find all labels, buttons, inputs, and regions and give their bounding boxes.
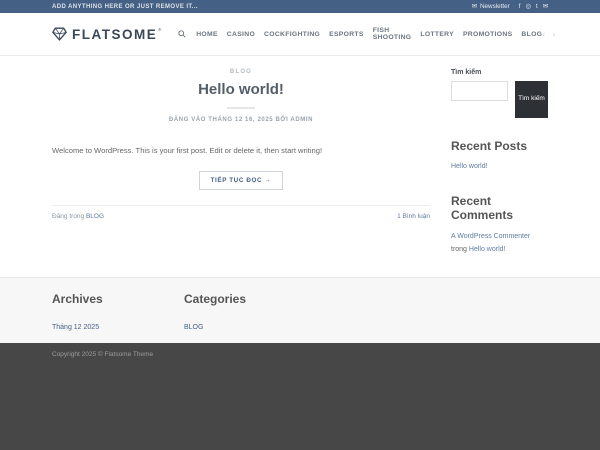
header-chevrons: ‹ › bbox=[542, 29, 555, 39]
newsletter-label: Newsletter bbox=[479, 3, 510, 10]
post-title: Hello world! bbox=[198, 81, 284, 98]
nav-item-home[interactable]: HOME bbox=[196, 31, 218, 38]
search-input[interactable] bbox=[451, 81, 508, 101]
flatsome-logo-icon bbox=[52, 27, 67, 41]
post-meta: ĐĂNG VÀO THÁNG 12 16, 2025 BỞI ADMIN bbox=[168, 117, 314, 123]
sidebar: Tìm kiếm Tìm kiếm Recent Posts Hello wor… bbox=[451, 56, 548, 257]
site-logo[interactable]: FLATSOME ® bbox=[52, 27, 165, 42]
posted-in-label: Đăng trong bbox=[52, 213, 86, 221]
main-content: BLOG Hello world! ĐĂNG VÀO THÁNG 12 16, … bbox=[0, 56, 600, 277]
logo-text: FLATSOME bbox=[72, 26, 158, 42]
search-widget: Tìm kiếm Tìm kiếm bbox=[451, 69, 548, 118]
post-footer-meta: Đăng trong BLOG 1 Bình luận bbox=[52, 205, 430, 220]
top-bar: ADD ANYTHING HERE OR JUST REMOVE IT... ✉… bbox=[0, 0, 600, 13]
comment-post-link[interactable]: Hello world! bbox=[469, 246, 506, 253]
nav-item-casino[interactable]: CASINO bbox=[227, 31, 255, 38]
search-row: Tìm kiếm bbox=[451, 81, 548, 118]
search-label: Tìm kiếm bbox=[451, 69, 482, 76]
nav-item-promotions[interactable]: PROMOTIONS bbox=[463, 31, 512, 38]
twitter-icon[interactable]: t bbox=[536, 3, 538, 10]
categories-title: Categories bbox=[184, 292, 247, 306]
categories-widget: Categories BLOG bbox=[184, 292, 316, 334]
search-submit-button[interactable]: Tìm kiếm bbox=[515, 81, 548, 118]
nav-item-fish-shooting[interactable]: FISH SHOOTING bbox=[373, 27, 412, 41]
archives-title: Archives bbox=[52, 292, 103, 306]
prev-chevron-icon[interactable]: ‹ bbox=[542, 29, 545, 39]
topbar-message: ADD ANYTHING HERE OR JUST REMOVE IT... bbox=[52, 3, 198, 10]
absolute-footer: Copyright 2025 © Flatsome Theme bbox=[0, 343, 600, 450]
nav-item-cockfighting[interactable]: COCKFIGHTING bbox=[264, 31, 320, 38]
category-blog-link[interactable]: BLOG bbox=[184, 324, 203, 331]
copyright-text: Copyright 2025 © Flatsome Theme bbox=[52, 351, 154, 358]
nav-item-esports[interactable]: ESPORTS bbox=[329, 31, 364, 38]
nav-item-lottery[interactable]: LOTTERY bbox=[420, 31, 454, 38]
comments-count-link[interactable]: 1 Bình luận bbox=[397, 213, 430, 220]
site-header: FLATSOME ® HOME CASINO COCKFIGHTING ESPO… bbox=[0, 13, 600, 56]
search-icon[interactable] bbox=[178, 30, 186, 38]
facebook-icon[interactable]: f bbox=[519, 3, 521, 10]
footer-widgets: Archives Tháng 12 2025 Categories BLOG bbox=[0, 277, 600, 343]
social-icons: f ◎ t ✉ bbox=[519, 3, 548, 10]
archive-month-link[interactable]: Tháng 12 2025 bbox=[52, 324, 99, 331]
topbar-right: ✉ Newsletter f ◎ t ✉ bbox=[472, 3, 548, 10]
title-divider bbox=[227, 107, 255, 109]
read-more-wrap: TIẾP TỤC ĐỌC → bbox=[52, 169, 430, 191]
comment-author-link[interactable]: A WordPress Commenter bbox=[451, 233, 530, 240]
post-category-label[interactable]: BLOG bbox=[52, 69, 430, 75]
posted-in-category-link[interactable]: BLOG bbox=[86, 213, 104, 220]
envelope-icon: ✉ bbox=[471, 3, 477, 10]
comment-connector: trong bbox=[451, 245, 469, 253]
read-more-button[interactable]: TIẾP TỤC ĐỌC → bbox=[198, 171, 284, 191]
posted-in: Đăng trong BLOG bbox=[52, 213, 104, 220]
archives-widget: Archives Tháng 12 2025 bbox=[52, 292, 184, 334]
registered-mark: ® bbox=[158, 26, 162, 32]
recent-comments-title: Recent Comments bbox=[451, 194, 514, 222]
post-article: BLOG Hello world! ĐĂNG VÀO THÁNG 12 16, … bbox=[52, 56, 430, 220]
newsletter-link[interactable]: ✉ Newsletter bbox=[472, 3, 510, 10]
recent-comment-item: A WordPress Commenter trong Hello world! bbox=[451, 231, 548, 257]
next-chevron-icon[interactable]: › bbox=[552, 29, 555, 39]
page: ADD ANYTHING HERE OR JUST REMOVE IT... ✉… bbox=[0, 0, 600, 450]
instagram-icon[interactable]: ◎ bbox=[525, 3, 531, 10]
main-nav: HOME CASINO COCKFIGHTING ESPORTS FISH SH… bbox=[178, 27, 542, 41]
nav-item-blog[interactable]: BLOG bbox=[521, 31, 542, 38]
recent-posts-title: Recent Posts bbox=[451, 139, 528, 153]
recent-post-link[interactable]: Hello world! bbox=[451, 163, 488, 170]
email-icon[interactable]: ✉ bbox=[543, 3, 548, 10]
post-excerpt: Welcome to WordPress. This is your first… bbox=[52, 146, 323, 155]
